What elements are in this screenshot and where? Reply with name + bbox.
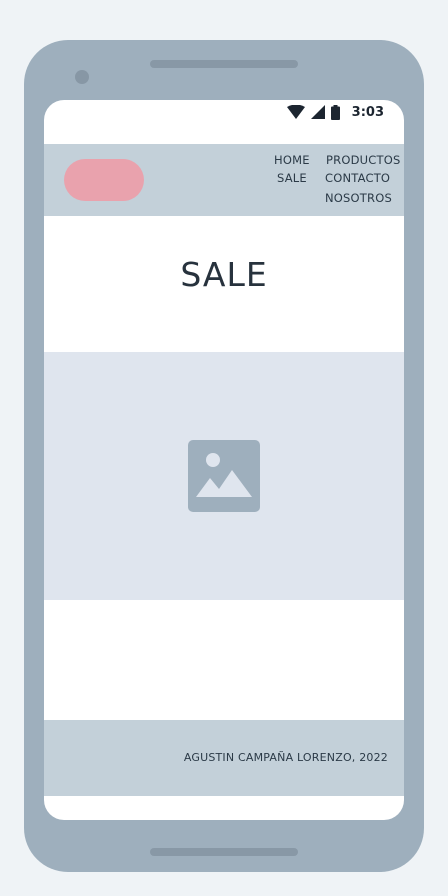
status-icons: 3:03 xyxy=(286,104,384,120)
page-title: SALE xyxy=(180,255,268,295)
status-bar: 3:03 xyxy=(44,100,404,144)
footer-credit: AGUSTIN CAMPAÑA LORENZO, 2022 xyxy=(183,751,388,764)
earpiece-speaker xyxy=(150,60,298,68)
status-time: 3:03 xyxy=(351,104,384,120)
phone-screen: 3:03 HOME PRODUCTOS SALE CONTACTO NOSOTR… xyxy=(44,100,404,820)
image-placeholder xyxy=(44,352,404,600)
image-icon xyxy=(188,440,260,512)
bottom-speaker xyxy=(150,848,298,856)
nav-link-contacto[interactable]: CONTACTO xyxy=(325,171,390,185)
nav-link-home[interactable]: HOME xyxy=(274,153,310,167)
front-camera xyxy=(75,70,89,84)
nav-link-nosotros[interactable]: NOSOTROS xyxy=(325,191,392,205)
navbar: HOME PRODUCTOS SALE CONTACTO NOSOTROS xyxy=(44,144,404,216)
content-spacer xyxy=(44,600,404,720)
wifi-icon xyxy=(286,105,305,119)
nav-link-sale[interactable]: SALE xyxy=(277,171,307,185)
hero-section: SALE xyxy=(44,216,404,352)
logo[interactable] xyxy=(64,159,144,201)
battery-icon xyxy=(330,104,340,120)
nav-link-productos[interactable]: PRODUCTOS xyxy=(326,153,400,167)
phone-frame: 3:03 HOME PRODUCTOS SALE CONTACTO NOSOTR… xyxy=(24,40,424,872)
cellular-signal-icon xyxy=(310,105,325,119)
footer: AGUSTIN CAMPAÑA LORENZO, 2022 xyxy=(44,720,404,796)
